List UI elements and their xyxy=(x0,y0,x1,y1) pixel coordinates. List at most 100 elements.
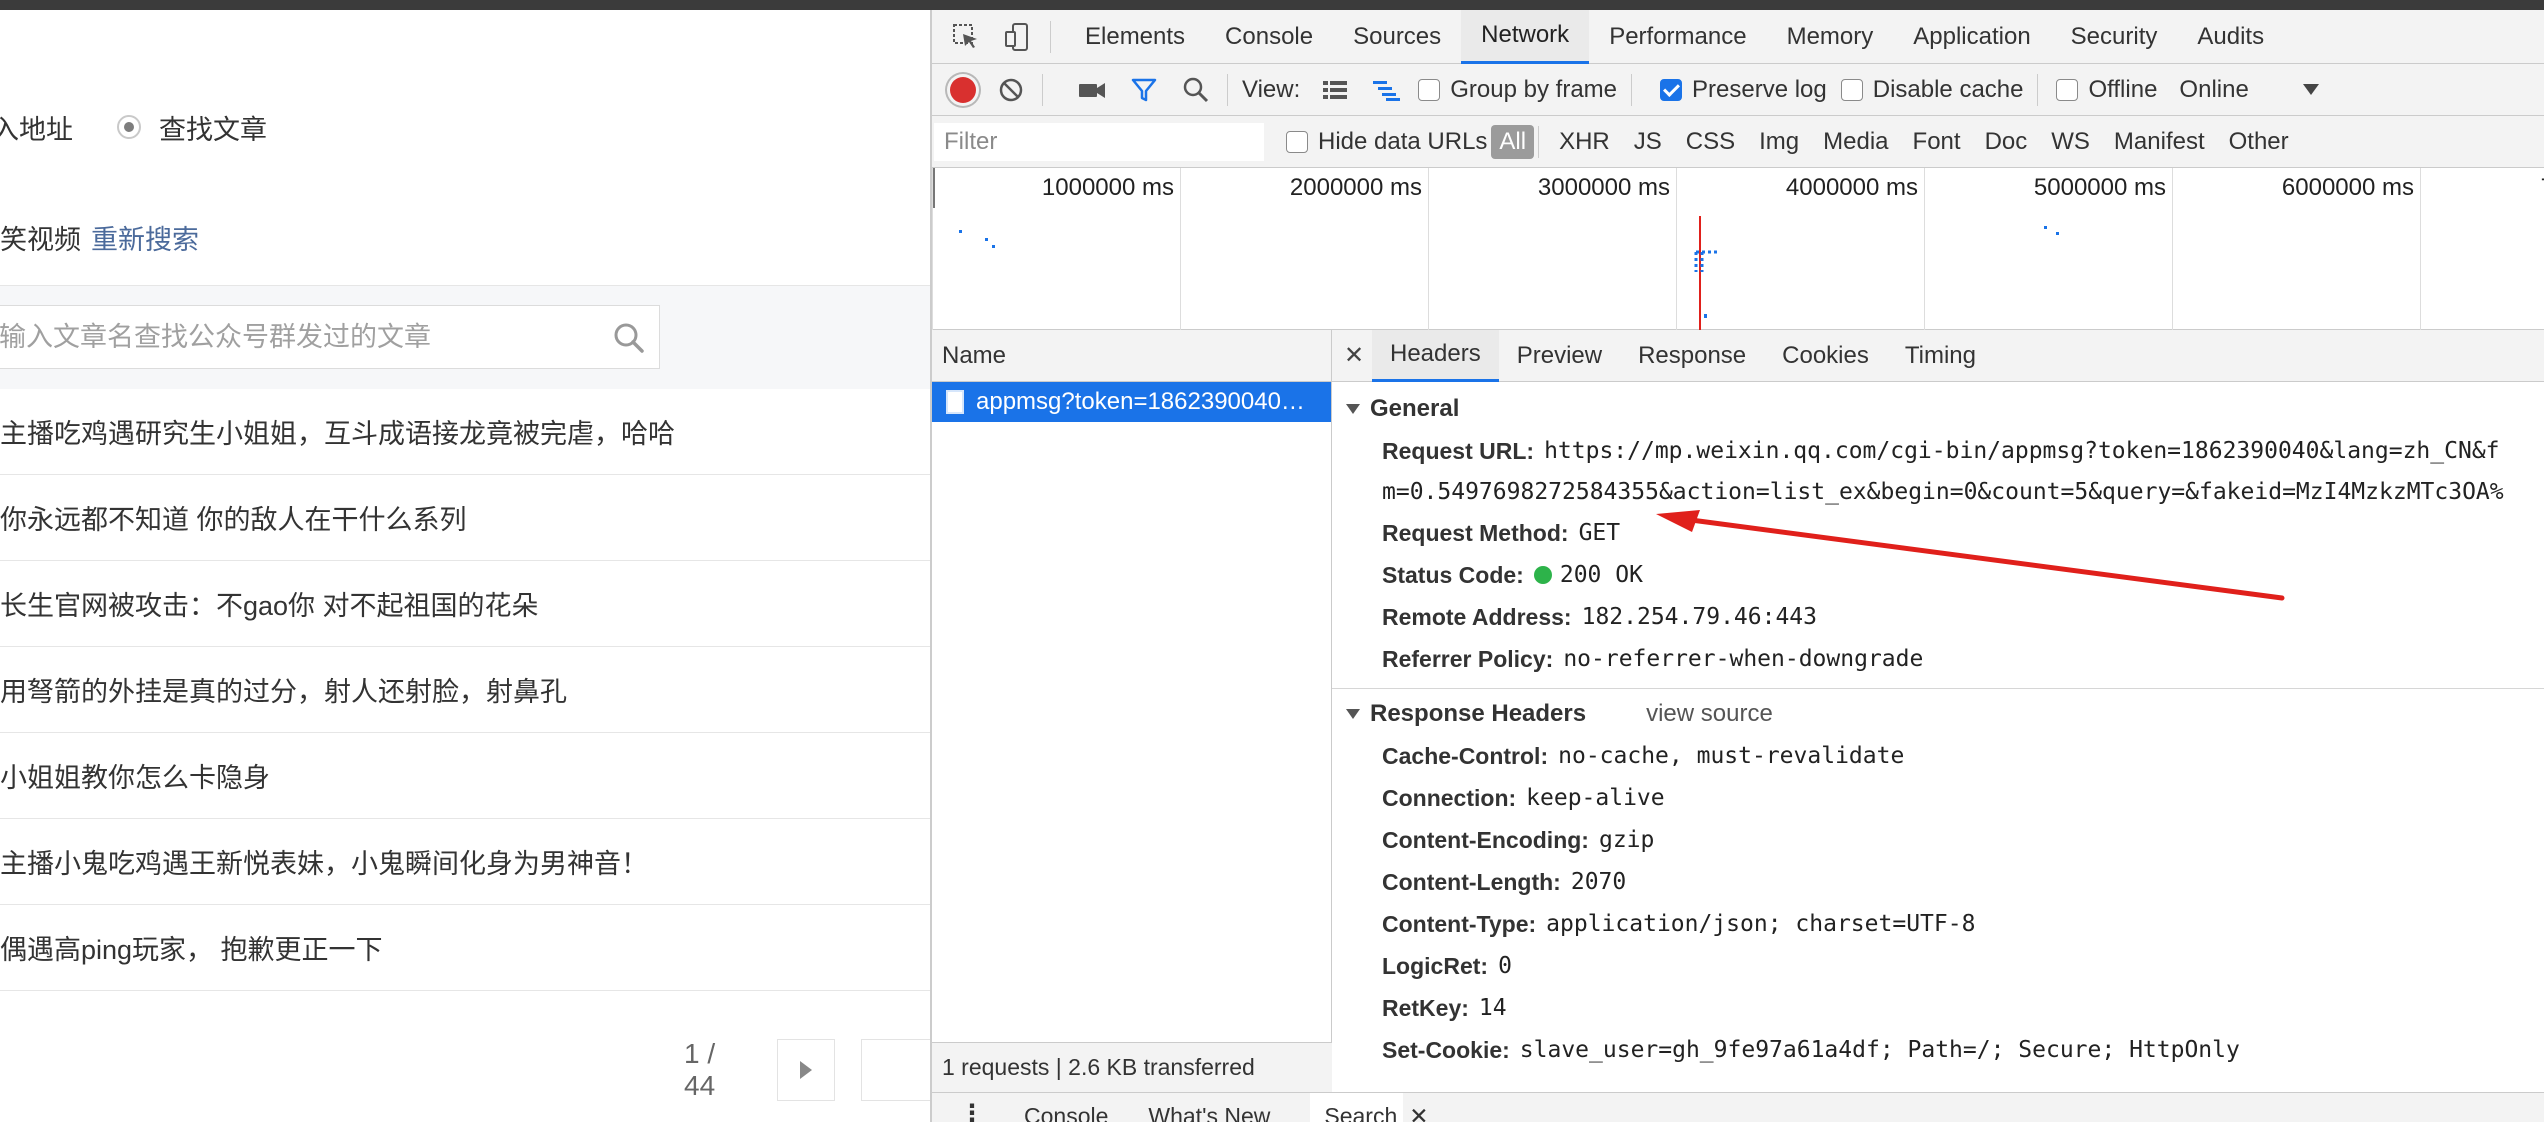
article-item[interactable]: 长生官网被攻击：不gao你 对不起祖国的花朵 xyxy=(0,561,930,647)
article-item[interactable]: 偶遇高ping玩家， 抱歉更正一下 xyxy=(0,905,930,991)
network-overview-timeline[interactable]: 1000000 ms 2000000 ms 3000000 ms 4000000… xyxy=(932,168,2544,330)
header-value: 14 xyxy=(1478,995,1507,1021)
filter-type-xhr[interactable]: XHR xyxy=(1551,125,1618,159)
article-search-input[interactable] xyxy=(0,306,589,368)
tab-preview[interactable]: Preview xyxy=(1499,330,1620,382)
header-key: Content-Type: xyxy=(1382,910,1537,937)
preserve-log-checkbox[interactable] xyxy=(1660,78,1682,101)
page-jump-input[interactable] xyxy=(860,1039,930,1101)
tab-cookies[interactable]: Cookies xyxy=(1764,330,1887,382)
drawer-tab-console[interactable]: Console xyxy=(1024,1093,1108,1122)
group-by-frame-checkbox[interactable] xyxy=(1418,78,1441,101)
filter-type-other[interactable]: Other xyxy=(2221,125,2297,159)
search-mode-row: 入地址 查找文章 xyxy=(0,102,267,152)
page-indicator: 1 / 44 xyxy=(684,1038,716,1101)
drawer-tab-whats-new[interactable]: What's New xyxy=(1148,1093,1270,1122)
filter-type-css[interactable]: CSS xyxy=(1678,125,1743,159)
tab-performance[interactable]: Performance xyxy=(1589,10,1766,64)
tab-audits[interactable]: Audits xyxy=(2177,10,2284,64)
filter-type-ws[interactable]: WS xyxy=(2043,125,2098,159)
document-icon xyxy=(946,390,964,414)
tab-response[interactable]: Response xyxy=(1620,330,1764,382)
close-icon[interactable]: ✕ xyxy=(1409,1093,1428,1122)
pagination: 1 / 44 xyxy=(684,1038,930,1102)
article-item[interactable]: 主播小鬼吃鸡遇王新悦表妹，小鬼瞬间化身为男神音！ xyxy=(0,819,930,905)
radio-label-find-article[interactable]: 查找文章 xyxy=(159,108,267,147)
record-button[interactable] xyxy=(950,76,976,103)
header-key: Status Code: xyxy=(1382,561,1524,588)
tab-console[interactable]: Console xyxy=(1205,10,1333,64)
header-value: no-cache, must-revalidate xyxy=(1558,743,1905,769)
filter-input[interactable] xyxy=(934,122,1264,161)
preserve-log-label[interactable]: Preserve log xyxy=(1692,76,1827,104)
large-rows-icon[interactable] xyxy=(1318,73,1352,107)
close-icon[interactable]: ✕ xyxy=(1336,341,1372,370)
caret-down-icon[interactable] xyxy=(2302,84,2319,95)
disable-cache-checkbox[interactable] xyxy=(1840,78,1863,101)
tab-security[interactable]: Security xyxy=(2051,10,2178,64)
tab-sources[interactable]: Sources xyxy=(1333,10,1461,64)
filter-type-manifest[interactable]: Manifest xyxy=(2106,125,2213,159)
search-icon[interactable] xyxy=(611,320,647,356)
request-details: ✕ Headers Preview Response Cookies Timin… xyxy=(1332,329,2544,1092)
tab-network[interactable]: Network xyxy=(1461,10,1590,64)
request-name: appmsg?token=1862390040… xyxy=(976,388,1305,415)
referrer-policy-row: Referrer Policy: no-referrer-when-downgr… xyxy=(1332,638,2544,680)
inspect-element-icon[interactable] xyxy=(948,19,984,55)
header-value: slave_user=gh_9fe97a61a4df; Path=/; Secu… xyxy=(1519,1037,2240,1063)
filter-type-js[interactable]: JS xyxy=(1626,125,1670,159)
research-link[interactable]: 重新搜索 xyxy=(91,218,199,257)
filter-type-all[interactable]: All xyxy=(1491,124,1535,159)
article-item[interactable]: 你永远都不知道 你的敌人在干什么系列 xyxy=(0,475,930,561)
filter-type-font[interactable]: Font xyxy=(1905,125,1969,159)
response-header-row: Connection: keep-alive xyxy=(1332,777,2544,819)
article-item[interactable]: 小姐姐教你怎么卡隐身 xyxy=(0,733,930,819)
drawer-tab-search[interactable]: Search xyxy=(1310,1093,1404,1122)
group-by-frame-label[interactable]: Group by frame xyxy=(1450,76,1617,104)
article-item[interactable]: 用弩箭的外挂是真的过分，射人还射脸，射鼻孔 xyxy=(0,647,930,733)
triangle-down-icon xyxy=(1346,709,1360,719)
tab-application[interactable]: Application xyxy=(1893,10,2050,64)
tab-memory[interactable]: Memory xyxy=(1767,10,1894,64)
header-key: Remote Address: xyxy=(1382,603,1572,630)
filter-icon[interactable] xyxy=(1127,73,1161,107)
filter-type-img[interactable]: Img xyxy=(1751,125,1807,159)
header-value: 200 OK xyxy=(1559,562,1643,588)
radio-label-address[interactable]: 入地址 xyxy=(0,108,73,147)
hide-data-urls-checkbox[interactable] xyxy=(1286,130,1308,153)
response-header-row: Content-Type: application/json; charset=U… xyxy=(1332,903,2544,945)
tab-headers[interactable]: Headers xyxy=(1372,329,1499,382)
name-column-header[interactable]: Name xyxy=(932,330,1331,382)
disable-cache-label[interactable]: Disable cache xyxy=(1873,76,2024,104)
clear-icon[interactable] xyxy=(994,73,1028,107)
response-headers-title: Response Headers xyxy=(1370,700,1587,727)
general-section-header[interactable]: General xyxy=(1332,388,2544,430)
camera-icon[interactable] xyxy=(1075,73,1109,107)
tab-timing[interactable]: Timing xyxy=(1887,330,1994,382)
header-key: Content-Encoding: xyxy=(1382,826,1589,853)
offline-label[interactable]: Offline xyxy=(2088,76,2157,104)
drawer-menu-icon[interactable]: ⋮ xyxy=(960,1093,984,1122)
top-edge-bar xyxy=(0,0,2544,10)
hide-data-urls-label[interactable]: Hide data URLs xyxy=(1318,128,1487,156)
device-toggle-icon[interactable] xyxy=(1000,19,1036,55)
offline-checkbox[interactable] xyxy=(2056,78,2079,101)
tab-elements[interactable]: Elements xyxy=(1065,10,1205,64)
search-icon[interactable] xyxy=(1179,73,1213,107)
radio-find-article[interactable] xyxy=(117,115,141,139)
next-page-button[interactable] xyxy=(777,1039,835,1101)
play-right-icon xyxy=(800,1061,813,1079)
throttle-select[interactable]: Online xyxy=(2179,76,2248,104)
view-source-link[interactable]: view source xyxy=(1646,700,1773,728)
response-header-row: RetKey: 14 xyxy=(1332,987,2544,1029)
article-item[interactable]: 主播吃鸡遇研究生小姐姐，互斗成语接龙竟被完虐，哈哈 xyxy=(0,389,930,475)
filter-type-media[interactable]: Media xyxy=(1815,125,1896,159)
response-headers-section-header[interactable]: Response Headers view source xyxy=(1332,693,2544,735)
header-key: Request URL: xyxy=(1382,437,1535,464)
filter-type-doc[interactable]: Doc xyxy=(1977,125,2036,159)
header-value: gzip xyxy=(1598,827,1655,853)
request-row-selected[interactable]: appmsg?token=1862390040… xyxy=(932,382,1331,422)
waterfall-overview-icon[interactable] xyxy=(1370,73,1404,107)
article-search-box xyxy=(0,305,660,369)
request-url-row: Request URL: https://mp.weixin.qq.com/cg… xyxy=(1332,430,2544,472)
